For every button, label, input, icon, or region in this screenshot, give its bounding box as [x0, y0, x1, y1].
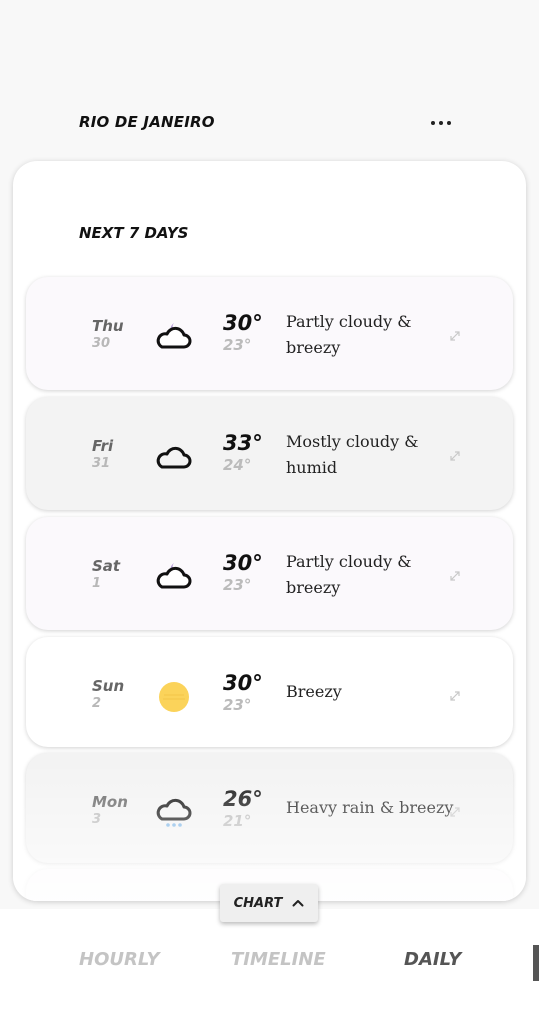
- temp-low: 21°: [223, 812, 252, 830]
- day-name: Sat: [92, 557, 121, 575]
- day-date: 2: [92, 696, 102, 711]
- day-name: Fri: [92, 437, 114, 455]
- forecast-row-sun[interactable]: Sun 2 30° 23° Breezy: [26, 637, 513, 747]
- more-dot: [447, 121, 451, 125]
- expand-icon[interactable]: [449, 570, 461, 582]
- day-name: Sun: [92, 677, 125, 695]
- weather-description: Heavy rain & breezy: [286, 798, 454, 817]
- temp-high: 33°: [223, 431, 263, 455]
- day-date: 3: [92, 812, 102, 827]
- active-tab-indicator: [533, 945, 539, 981]
- temp-low: 23°: [223, 576, 252, 594]
- forecast-title: NEXT 7 DAYS: [79, 224, 189, 242]
- chart-button[interactable]: CHART: [220, 884, 318, 922]
- temp-low: 24°: [223, 456, 252, 474]
- more-dot: [431, 121, 435, 125]
- tab-timeline[interactable]: TIMELINE: [231, 949, 326, 970]
- partly-cloudy-icon: [156, 563, 192, 589]
- rain-icon: [156, 798, 192, 827]
- expand-icon[interactable]: [449, 690, 461, 702]
- forecast-row-fri[interactable]: Fri 31 33° 24° Mostly cloudy & humid: [26, 397, 513, 510]
- weather-description: Partly cloudy & breezy: [286, 552, 412, 597]
- temp-high: 30°: [223, 671, 263, 695]
- forecast-row-sat[interactable]: Sat 1 30° 23° Partly cloudy & breezy: [26, 517, 513, 630]
- chart-button-label: CHART: [233, 895, 283, 911]
- day-date: 30: [92, 336, 111, 351]
- day-name: Thu: [92, 317, 124, 335]
- expand-icon[interactable]: [449, 330, 461, 342]
- weather-description: Breezy: [286, 682, 342, 701]
- weather-description: Partly cloudy & breezy: [286, 312, 412, 357]
- temp-high: 30°: [223, 311, 263, 335]
- forecast-row-thu[interactable]: Thu 30 30° 23° Partly cloudy & breezy: [26, 277, 513, 390]
- expand-icon[interactable]: [449, 450, 461, 462]
- bottom-tab-bar: HOURLY TIMELINE DAILY: [0, 909, 539, 1017]
- expand-icon[interactable]: [449, 806, 461, 818]
- chevron-up-icon: [292, 900, 304, 907]
- partly-cloudy-icon: [156, 323, 192, 349]
- day-name: Mon: [92, 793, 128, 811]
- day-date: 1: [92, 576, 102, 591]
- temp-high: 30°: [223, 551, 263, 575]
- sun-icon: [159, 682, 189, 712]
- day-date: 31: [92, 456, 111, 471]
- city-title: RIO DE JANEIRO: [79, 113, 215, 131]
- weather-description: Mostly cloudy & humid: [286, 432, 419, 477]
- forecast-panel: NEXT 7 DAYS Thu 30 30° 23° Partly cloudy…: [13, 161, 526, 901]
- more-options-icon[interactable]: [421, 108, 461, 138]
- tab-hourly[interactable]: HOURLY: [79, 949, 160, 970]
- temp-high: 26°: [223, 787, 263, 811]
- more-dot: [439, 121, 443, 125]
- forecast-row-mon[interactable]: Mon 3 26° 21° Heavy rain & breezy: [26, 753, 513, 863]
- temp-low: 23°: [223, 336, 252, 354]
- temp-low: 23°: [223, 696, 252, 714]
- tab-daily[interactable]: DAILY: [404, 949, 461, 970]
- cloudy-icon: [156, 446, 192, 469]
